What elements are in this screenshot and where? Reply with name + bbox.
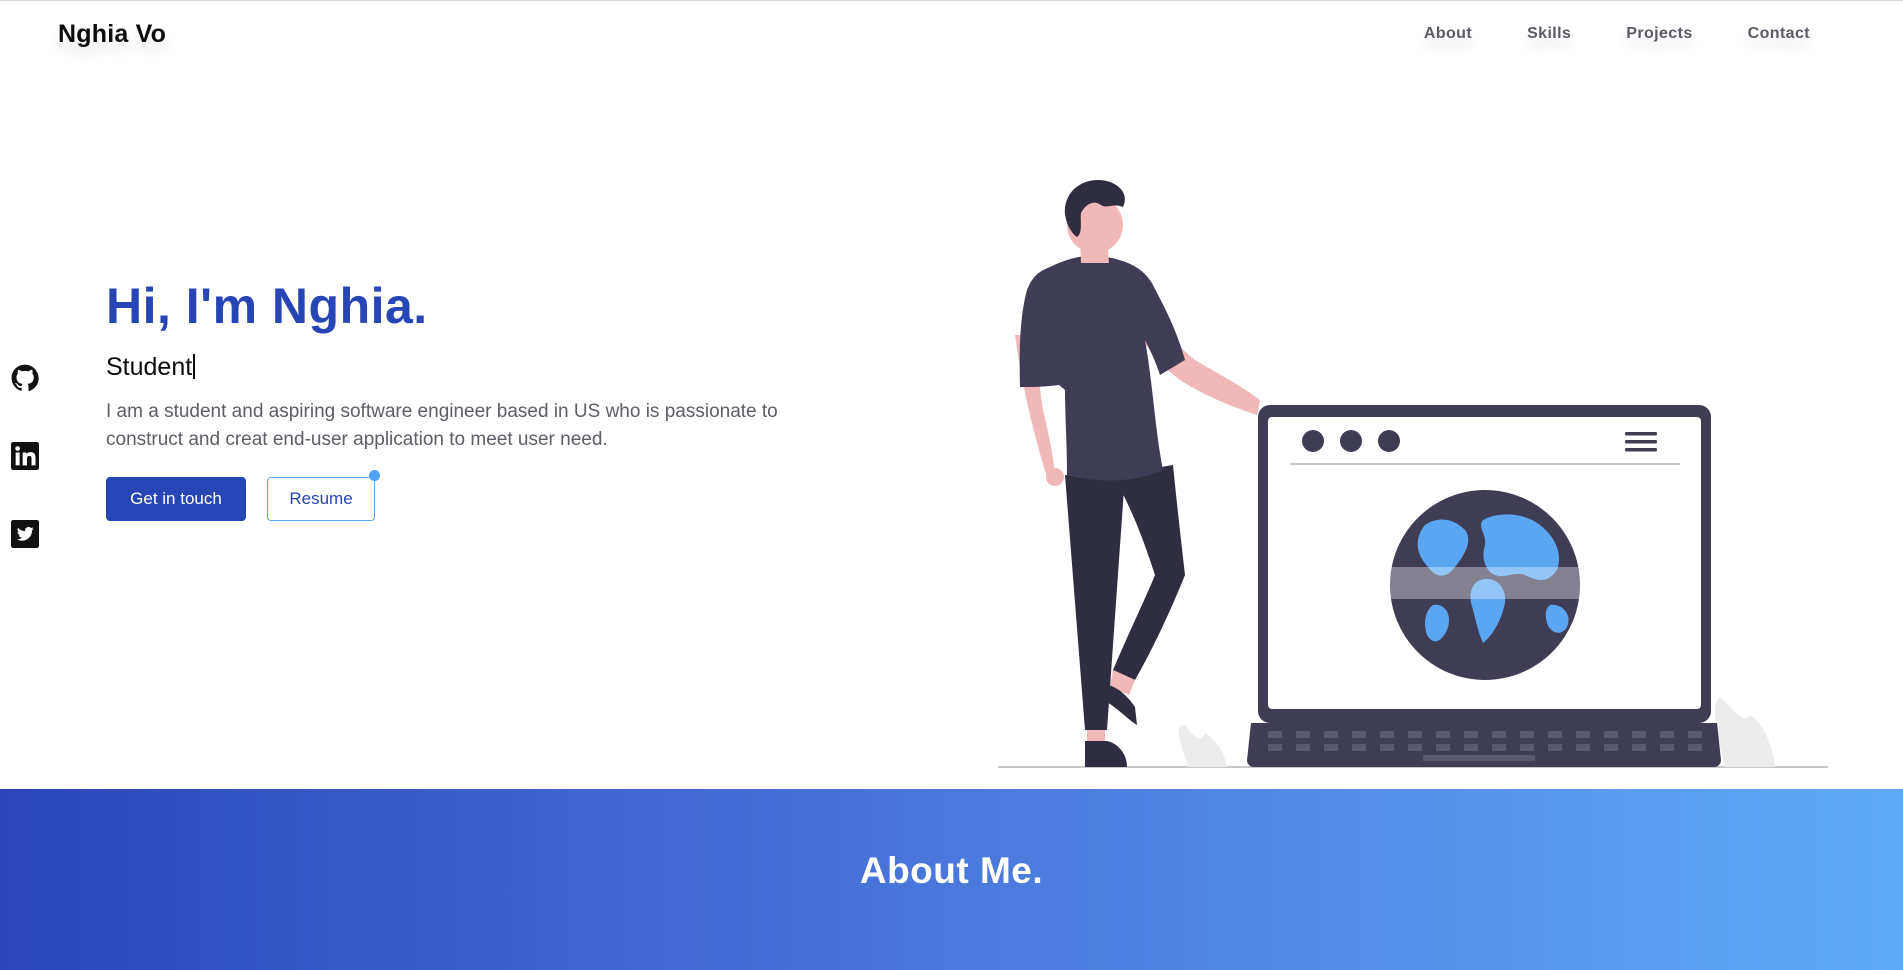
nav-link-contact[interactable]: Contact (1748, 25, 1810, 43)
resume-button[interactable]: Resume (267, 470, 380, 521)
about-section: About Me. (0, 789, 1903, 970)
notification-dot (369, 470, 380, 481)
get-in-touch-button[interactable]: Get in touch (106, 477, 246, 521)
nav-links: About Skills Projects Contact (1369, 25, 1810, 43)
brand-logo[interactable]: Nghia Vo (58, 20, 166, 49)
hero-title: Hi, I'm Nghia. (106, 278, 428, 334)
hero-illustration (995, 175, 1835, 775)
social-sidebar (11, 364, 39, 598)
linkedin-icon[interactable] (11, 442, 39, 470)
github-icon[interactable] (11, 364, 39, 392)
hero-section: Hi, I'm Nghia. Student I am a student an… (106, 276, 826, 521)
hero-subtitle: Student (106, 352, 826, 382)
resume-button-label: Resume (289, 489, 353, 508)
twitter-icon[interactable] (11, 520, 39, 548)
navbar: Nghia Vo About Skills Projects Contact (0, 1, 1903, 67)
nav-link-projects[interactable]: Projects (1626, 25, 1692, 43)
typed-role: Student (106, 353, 193, 381)
typing-caret (193, 354, 196, 379)
hero-description: I am a student and aspiring software eng… (106, 401, 778, 450)
person-laptop-illustration (998, 179, 1828, 768)
about-title: About Me. (859, 850, 1044, 891)
hero-buttons: Get in touch Resume (106, 470, 826, 521)
nav-link-skills[interactable]: Skills (1527, 25, 1571, 43)
nav-link-about[interactable]: About (1424, 25, 1472, 43)
